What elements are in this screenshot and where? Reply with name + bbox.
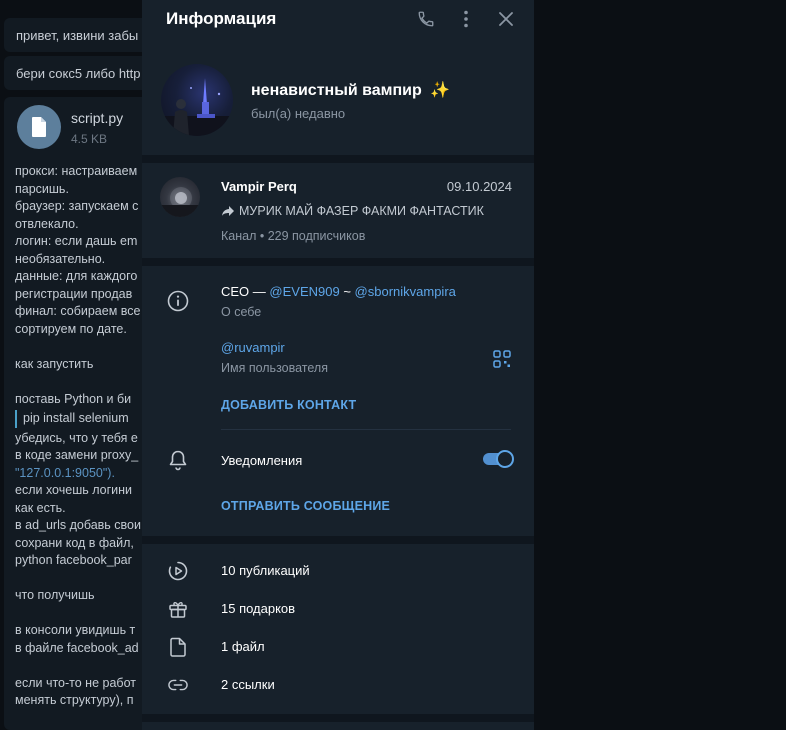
section-separator bbox=[142, 536, 534, 544]
file-icon bbox=[168, 637, 188, 657]
stat-label: 15 подарков bbox=[221, 601, 296, 616]
file-name: script.py bbox=[71, 110, 124, 126]
channel-subscribers: Канал • 229 подписчиков bbox=[221, 229, 366, 243]
notifications-label: Уведомления bbox=[221, 453, 303, 468]
close-icon[interactable] bbox=[496, 9, 516, 29]
chat-message[interactable]: бери сокс5 либо http bbox=[4, 56, 164, 90]
notifications-toggle[interactable] bbox=[483, 450, 514, 468]
channel-last-message-text: МУРИК МАЙ ФАЗЕР ФАКМИ ФАНТАСТИК bbox=[239, 204, 484, 218]
profile-avatar[interactable] bbox=[161, 64, 233, 136]
toggle-knob bbox=[496, 450, 514, 468]
profile-section: ненавистный вампир ✨ был(а) недавно bbox=[142, 38, 534, 155]
next-section bbox=[142, 722, 534, 730]
profile-status: был(а) недавно bbox=[251, 106, 346, 121]
qr-code-icon[interactable] bbox=[490, 347, 514, 371]
channel-date: 09.10.2024 bbox=[446, 179, 512, 194]
play-circle-icon bbox=[168, 561, 188, 581]
stat-label: 1 файл bbox=[221, 639, 265, 654]
personal-channel[interactable]: Vampir Perq 09.10.2024 МУРИК МАЙ ФАЗЕР Ф… bbox=[142, 163, 534, 258]
bio-text: CEO — @EVEN909 ~ @sbornikvampira bbox=[221, 284, 456, 299]
profile-name-text: ненавистный вампир bbox=[251, 82, 422, 99]
add-contact-button[interactable]: ДОБАВИТЬ КОНТАКТ bbox=[221, 398, 356, 412]
panel-header: Информация bbox=[142, 0, 534, 38]
info-block: CEO — @EVEN909 ~ @sbornikvampira О себе … bbox=[142, 266, 534, 536]
stat-label: 2 ссылки bbox=[221, 677, 275, 692]
phone-icon[interactable] bbox=[416, 9, 436, 29]
panel-title: Информация bbox=[166, 9, 277, 28]
bio-label: О себе bbox=[221, 305, 262, 319]
channel-last-message: МУРИК МАЙ ФАЗЕР ФАКМИ ФАНТАСТИК bbox=[221, 204, 484, 218]
file-icon[interactable] bbox=[17, 105, 61, 149]
section-separator bbox=[142, 155, 534, 163]
stat-publications[interactable]: 10 публикаций bbox=[142, 552, 534, 590]
bio-link-even909[interactable]: @EVEN909 bbox=[269, 284, 339, 299]
stat-files[interactable]: 1 файл bbox=[142, 628, 534, 666]
bio-link-sbornikvampira[interactable]: @sbornikvampira bbox=[355, 284, 456, 299]
bell-icon bbox=[166, 448, 190, 472]
sparkle-icon: ✨ bbox=[430, 82, 451, 99]
message-text: привет, извини забы bbox=[16, 28, 139, 43]
file-message[interactable]: script.py 4.5 KB прокси: настраиваем парс… bbox=[4, 97, 164, 730]
divider bbox=[221, 429, 511, 430]
stat-links[interactable]: 2 ссылки bbox=[142, 666, 534, 704]
profile-name: ненавистный вампир ✨ bbox=[251, 80, 450, 100]
forward-icon bbox=[222, 206, 234, 216]
gift-icon bbox=[168, 599, 188, 619]
username-label: Имя пользователя bbox=[221, 361, 328, 375]
message-text: бери сокс5 либо http bbox=[16, 66, 141, 81]
username[interactable]: @ruvampir bbox=[221, 340, 285, 355]
bio-separator: ~ bbox=[339, 284, 355, 299]
link-icon bbox=[168, 675, 188, 695]
section-separator bbox=[142, 258, 534, 266]
more-vertical-icon[interactable] bbox=[456, 9, 476, 29]
stat-label: 10 публикаций bbox=[221, 563, 310, 578]
stat-gifts[interactable]: 15 подарков bbox=[142, 590, 534, 628]
background-right-area bbox=[535, 0, 786, 730]
info-panel: Информация ненавистный вампир ✨ был(а) н… bbox=[142, 0, 534, 730]
stats-section: 10 публикаций 15 подарков 1 файл 2 ссылк… bbox=[142, 544, 534, 714]
channel-name: Vampir Perq bbox=[221, 179, 297, 194]
bio-prefix: CEO — bbox=[221, 284, 270, 299]
chat-message[interactable]: привет, извини забы bbox=[4, 18, 164, 52]
info-icon bbox=[166, 289, 190, 313]
channel-avatar bbox=[160, 177, 200, 217]
file-size: 4.5 KB bbox=[71, 132, 108, 146]
send-message-button[interactable]: ОТПРАВИТЬ СООБЩЕНИЕ bbox=[221, 499, 390, 513]
